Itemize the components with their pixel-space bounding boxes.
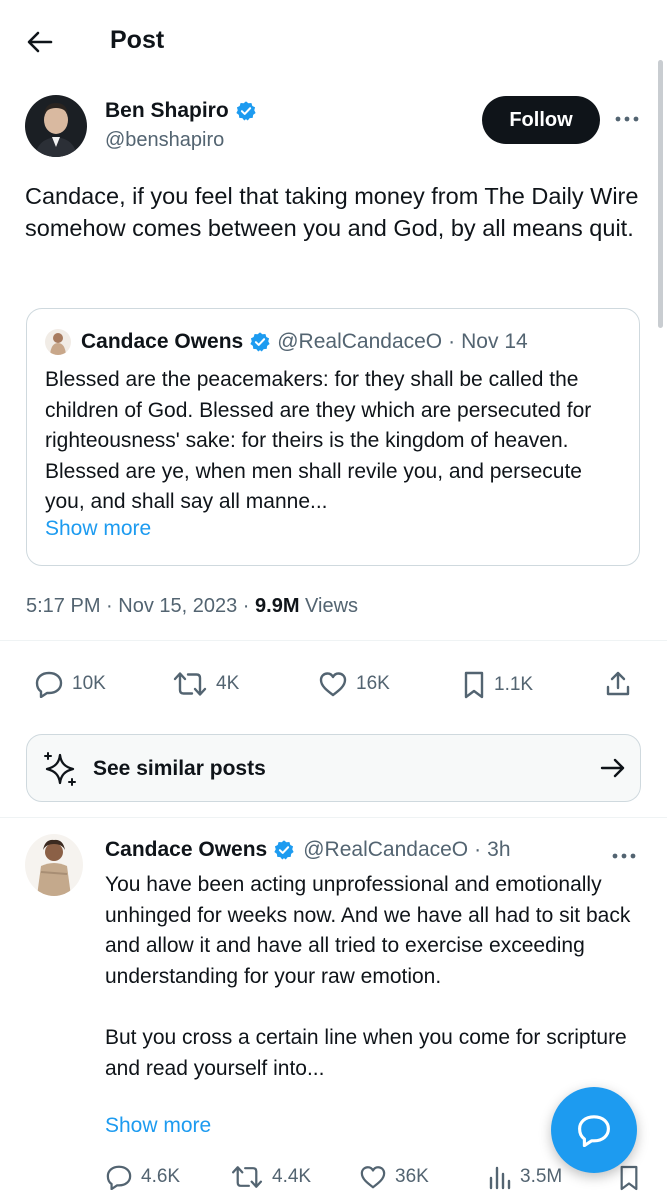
repost-count: 4K bbox=[216, 673, 240, 694]
quoted-author-name[interactable]: Candace Owens bbox=[81, 330, 243, 354]
reply-like-button[interactable]: 36K bbox=[359, 1164, 429, 1190]
verified-badge-icon bbox=[250, 332, 270, 352]
reply-reply-button[interactable]: 4.6K bbox=[105, 1164, 180, 1190]
reply-author-name[interactable]: Candace Owens bbox=[105, 836, 267, 864]
repost-button[interactable]: 4K bbox=[172, 670, 239, 698]
reply-show-more-link[interactable]: Show more bbox=[105, 1114, 211, 1138]
views-count: 9.9M bbox=[255, 595, 300, 617]
compose-reply-fab[interactable] bbox=[551, 1087, 637, 1173]
quoted-post-date: Nov 14 bbox=[461, 330, 528, 353]
meta-separator: · bbox=[448, 330, 456, 353]
reply-time: 3h bbox=[487, 838, 511, 861]
verified-badge-icon bbox=[236, 101, 256, 121]
share-button[interactable] bbox=[604, 670, 632, 698]
meta-separator: · bbox=[474, 838, 482, 861]
back-button[interactable] bbox=[22, 24, 58, 60]
author-handle[interactable]: @benshapiro bbox=[105, 127, 224, 153]
scrollbar[interactable] bbox=[658, 60, 663, 328]
page-title: Post bbox=[110, 26, 165, 54]
top-bar: Post bbox=[0, 0, 667, 80]
reply-count: 10K bbox=[72, 673, 106, 694]
reply-views-button[interactable]: 3.5M bbox=[488, 1164, 562, 1190]
post-timestamp-row: 5:17 PM · Nov 15, 2023 · 9.9M Views bbox=[26, 592, 358, 620]
reply-repost-count: 4.4K bbox=[272, 1166, 312, 1187]
views-icon bbox=[489, 1166, 511, 1190]
reply-repost-button[interactable]: 4.4K bbox=[230, 1164, 311, 1190]
sparkle-icon bbox=[44, 752, 76, 786]
reply-views-count: 3.5M bbox=[520, 1166, 563, 1187]
post-timestamp[interactable]: 5:17 PM · Nov 15, 2023 · bbox=[26, 595, 249, 617]
post-author-row: Ben Shapiro @benshapiro Follow bbox=[25, 95, 645, 159]
see-similar-posts-button[interactable]: See similar posts bbox=[26, 734, 641, 802]
share-icon bbox=[606, 671, 630, 696]
reply-button[interactable]: 10K bbox=[34, 670, 106, 698]
quoted-author-handle: @RealCandaceO bbox=[277, 330, 443, 353]
repost-icon bbox=[173, 672, 207, 696]
follow-button[interactable]: Follow bbox=[482, 96, 600, 144]
verified-badge-icon bbox=[274, 840, 294, 860]
like-icon bbox=[360, 1166, 386, 1189]
quoted-post-text: Blessed are the peacemakers: for they sh… bbox=[45, 368, 592, 513]
reply-action-bar: 4.6K 4.4K 36K 3.5M bbox=[0, 1160, 667, 1200]
back-arrow-icon bbox=[27, 31, 53, 53]
like-button[interactable]: 16K bbox=[318, 670, 390, 698]
divider bbox=[0, 640, 667, 641]
like-count: 16K bbox=[356, 673, 390, 694]
post-text: Candace, if you feel that taking money f… bbox=[25, 183, 639, 241]
reply-icon bbox=[35, 671, 63, 698]
reply-like-count: 36K bbox=[395, 1166, 429, 1187]
views-label: Views bbox=[305, 595, 359, 617]
reply-author-avatar[interactable] bbox=[25, 834, 83, 896]
quoted-post-header: Candace Owens @RealCandaceO · Nov 14 bbox=[45, 327, 528, 357]
author-avatar[interactable] bbox=[25, 95, 87, 157]
quoted-post-card[interactable]: Candace Owens @RealCandaceO · Nov 14 Ble… bbox=[26, 308, 640, 566]
more-icon bbox=[612, 853, 636, 859]
repost-icon bbox=[231, 1166, 263, 1188]
see-similar-posts-label: See similar posts bbox=[93, 757, 266, 780]
like-icon bbox=[319, 672, 347, 697]
compose-message-icon bbox=[578, 1115, 610, 1147]
reply-more-options-button[interactable] bbox=[612, 838, 636, 866]
bookmark-icon bbox=[464, 671, 484, 699]
post-action-bar: 10K 4K 16K 1.1K bbox=[0, 662, 667, 708]
more-options-button[interactable] bbox=[611, 105, 643, 133]
reply-bookmark-button[interactable] bbox=[618, 1164, 640, 1192]
author-name[interactable]: Ben Shapiro bbox=[105, 97, 257, 125]
more-icon bbox=[615, 116, 639, 122]
reply-header: Candace Owens @RealCandaceO · 3h bbox=[105, 836, 511, 864]
quote-show-more-link[interactable]: Show more bbox=[45, 517, 151, 541]
divider bbox=[0, 817, 667, 818]
reply-text: You have been acting unprofessional and … bbox=[105, 873, 631, 1080]
arrow-right-icon bbox=[600, 758, 625, 778]
reply-icon bbox=[106, 1165, 132, 1190]
bookmark-count: 1.1K bbox=[494, 674, 534, 695]
bookmark-icon bbox=[620, 1165, 638, 1191]
author-name-text: Ben Shapiro bbox=[105, 99, 229, 122]
bookmark-button[interactable]: 1.1K bbox=[462, 670, 533, 700]
reply-author-handle: @RealCandaceO bbox=[303, 838, 469, 861]
quoted-author-avatar[interactable] bbox=[45, 329, 71, 355]
reply-reply-count: 4.6K bbox=[141, 1166, 181, 1187]
